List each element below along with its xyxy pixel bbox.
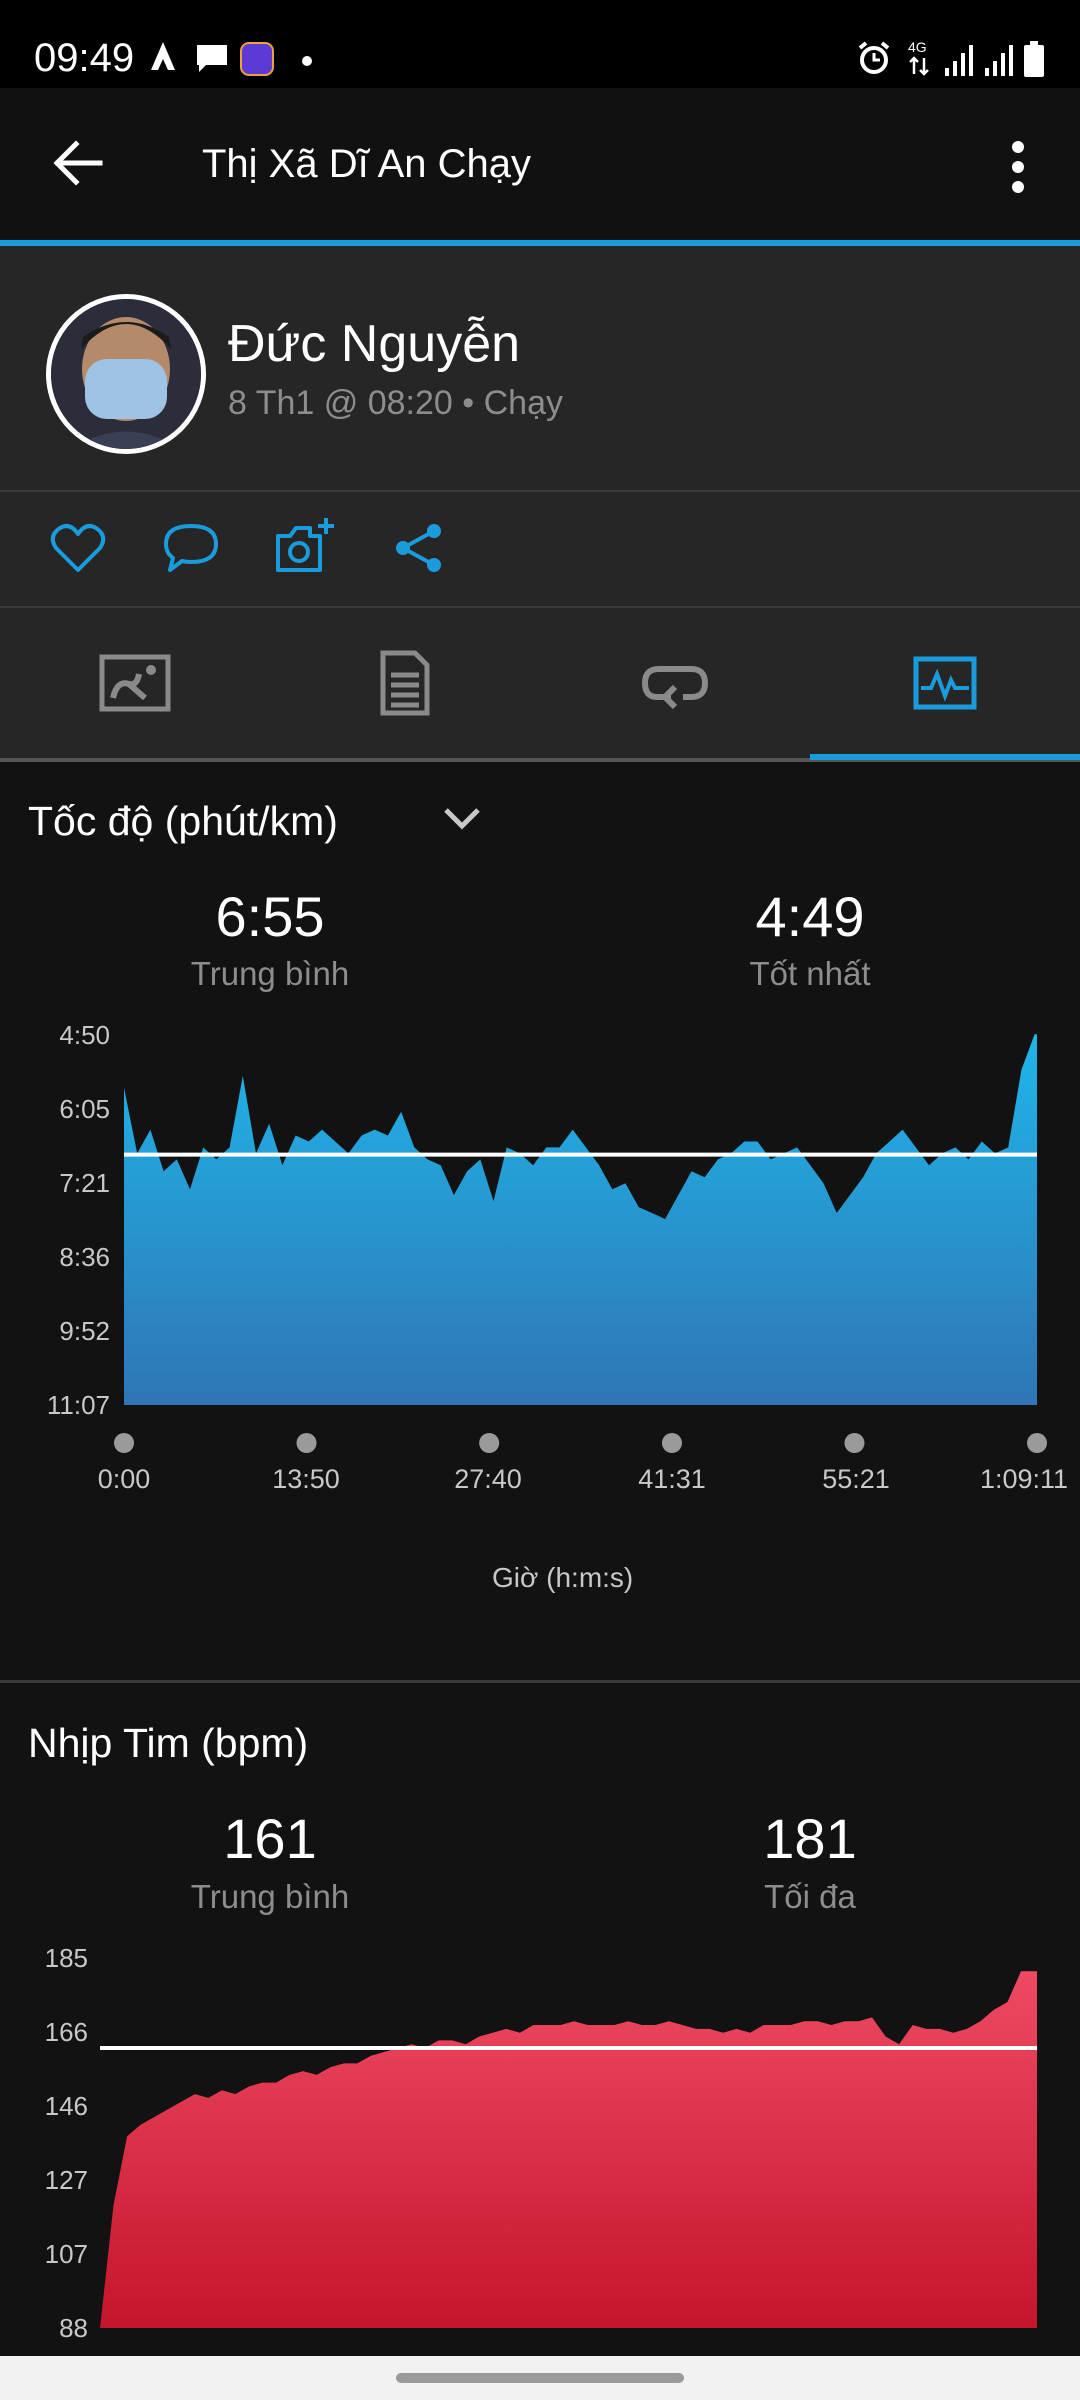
pace-average-label: Trung bình	[190, 955, 350, 992]
pace-x-tick-dot	[661, 1433, 682, 1453]
status-bar: 09:49 4G	[0, 0, 1080, 88]
battery-icon	[1024, 41, 1044, 77]
pace-x-tick: 41:31	[638, 1464, 706, 1494]
signal-icon	[985, 45, 1013, 76]
tab-charts[interactable]	[810, 608, 1080, 758]
heart-rate-average-label: Trung bình	[190, 1878, 350, 1915]
svg-text:4G: 4G	[908, 39, 927, 55]
strava-icon	[151, 42, 175, 70]
section-divider	[0, 1680, 1080, 1683]
pace-best-label: Tốt nhất	[749, 955, 871, 992]
heart-rate-title: Nhịp Tim (bpm)	[28, 1720, 309, 1766]
like-icon[interactable]	[50, 522, 106, 574]
pace-best-value: 4:49	[755, 885, 865, 948]
heart-rate-chart[interactable]	[0, 1940, 1080, 2356]
add-photo-icon[interactable]	[274, 516, 338, 576]
activity-meta: 8 Th1 @ 08:20 • Chạy	[228, 384, 563, 422]
tab-selected-indicator	[810, 754, 1080, 760]
4g-icon: 4G	[908, 39, 929, 76]
tab-laps[interactable]	[540, 608, 810, 758]
pace-average-value: 6:55	[215, 885, 325, 948]
details-icon	[380, 650, 430, 716]
map-icon	[99, 654, 171, 712]
pace-area-series	[124, 1034, 1037, 1405]
pace-x-tick-dot	[844, 1433, 865, 1453]
lazada-icon	[240, 42, 274, 76]
pace-x-tick: 13:50	[272, 1464, 340, 1494]
heart-rate-average-value: 161	[223, 1807, 317, 1870]
heart-rate-max-label: Tối đa	[764, 1878, 856, 1915]
pace-x-tick-dot	[296, 1433, 317, 1453]
heart-rate-area-series	[100, 1971, 1037, 2328]
charts-icon	[913, 656, 977, 710]
pace-x-tick-dot	[479, 1433, 500, 1453]
action-row	[0, 492, 1080, 608]
tab-map[interactable]	[0, 608, 270, 758]
home-gesture-handle[interactable]	[396, 2373, 684, 2383]
pace-x-tick-dot	[1027, 1433, 1047, 1453]
pace-x-tick: 27:40	[454, 1464, 522, 1494]
chevron-down-icon[interactable]	[442, 804, 482, 834]
alarm-icon	[858, 41, 890, 74]
more-options-icon[interactable]	[1006, 140, 1030, 194]
signal-icon	[945, 45, 973, 76]
laps-icon	[641, 666, 709, 709]
pace-x-axis-title: Giờ (h:m:s)	[492, 1562, 634, 1593]
status-time: 09:49	[34, 36, 135, 80]
comment-icon[interactable]	[162, 522, 220, 576]
chat-icon	[197, 45, 227, 72]
back-arrow-icon[interactable]	[52, 140, 104, 186]
page-title: Thị Xã Dĩ An Chạy	[202, 142, 532, 186]
pace-title: Tốc độ (phút/km)	[28, 798, 338, 844]
tab-details[interactable]	[270, 608, 540, 758]
activity-header: Đức Nguyễn 8 Th1 @ 08:20 • Chạy	[0, 246, 1080, 492]
pace-x-tick: 0:00	[97, 1464, 151, 1494]
share-icon[interactable]	[392, 522, 446, 574]
pace-x-tick: 1:09:11	[979, 1464, 1069, 1494]
avatar[interactable]	[46, 294, 206, 454]
dot-icon	[302, 56, 312, 66]
app-bar: Thị Xã Dĩ An Chạy	[0, 88, 1080, 246]
pace-x-tick: 55:21	[822, 1464, 890, 1494]
user-name[interactable]: Đức Nguyễn	[228, 314, 520, 374]
pace-chart[interactable]	[0, 1000, 1080, 1470]
tab-bar	[0, 608, 1080, 762]
pace-x-tick-dot	[114, 1433, 134, 1453]
heart-rate-max-value: 181	[763, 1807, 857, 1870]
